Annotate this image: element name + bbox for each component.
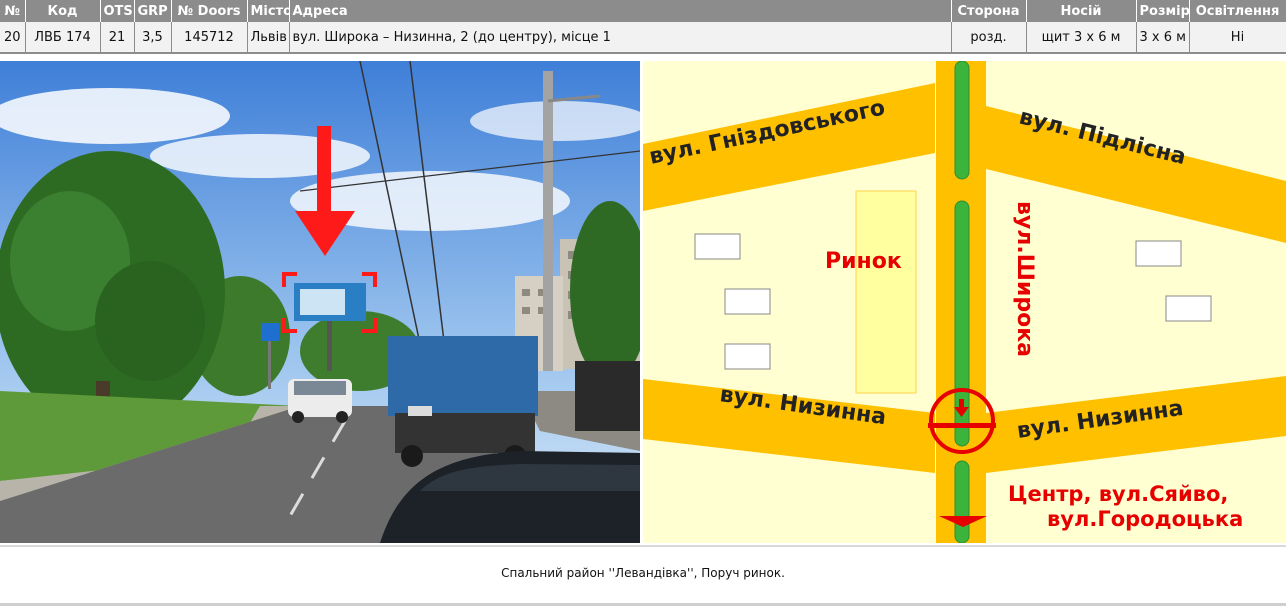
building [694,233,741,260]
header-code: Код [25,0,101,22]
header-doors: № Doors [171,0,248,22]
cell-doors: 145712 [171,22,248,54]
header-side: Сторона [951,0,1027,22]
cell-city: Львів [247,22,290,54]
cell-grp: 3,5 [134,22,172,54]
header-grp: GRP [134,0,172,22]
cell-code: ЛВБ 174 [25,22,101,54]
header-address: Адреса [289,0,952,22]
street-photo-illustration [0,61,640,543]
caption-divider [0,545,1286,547]
label-shyroka: вул.Широка [1012,201,1037,357]
cell-ots: 21 [100,22,135,54]
cell-size: 3 х 6 м [1136,22,1190,54]
label-rynok: Ринок [825,249,902,274]
header-row: № Код OTS GRP № Doors Місто Адреса Сторо… [0,0,1286,22]
header-lighting: Освітлення [1189,0,1286,22]
bottom-divider [0,603,1286,606]
header-ots: OTS [100,0,135,22]
header-num: № [0,0,26,22]
cell-side: розд. [951,22,1027,54]
header-city: Місто [247,0,290,22]
median-top [954,61,970,180]
table-row: 20 ЛВБ 174 21 3,5 145712 Львів вул. Широ… [0,22,1286,54]
building [724,343,771,370]
cell-num: 20 [0,22,26,54]
cell-address: вул. Широка – Низинна, 2 (до центру), мі… [289,22,952,54]
header-size: Розмір [1136,0,1190,22]
cell-carrier: щит 3 х 6 м [1026,22,1137,54]
building [724,288,771,315]
map-illustration: вул. Гніздовського вул. Підлісна вул.Шир… [643,61,1286,543]
cell-lighting: Ні [1189,22,1286,54]
building [1135,240,1182,267]
median-bottom [954,460,970,543]
market-area [855,190,917,394]
label-center-line2: вул.Городоцька [1047,507,1243,531]
street-photo [0,61,640,543]
location-caption: Спальний район ''Левандівка'', Поруч рин… [501,566,785,580]
label-center-line1: Центр, вул.Сяйво, [1008,482,1228,506]
building [1165,295,1212,322]
location-map: вул. Гніздовського вул. Підлісна вул.Шир… [643,61,1286,543]
header-carrier: Носій [1026,0,1137,22]
info-table: № Код OTS GRP № Doors Місто Адреса Сторо… [0,0,1286,54]
